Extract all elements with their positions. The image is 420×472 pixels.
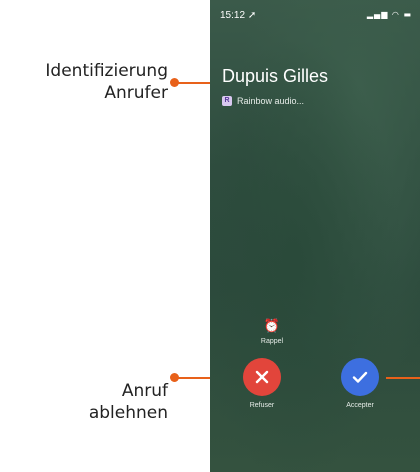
call-app-label: Rainbow audio... [237,96,305,106]
location-arrow-icon: ➚ [247,10,257,21]
caller-identification-callout: Identifizierung Anrufer [45,61,168,103]
signal-icon: ▂▄▆ [366,10,389,19]
caller-identification-dot [170,78,179,87]
status-time: 15:12 ➚ [220,10,257,21]
remind-me-button[interactable]: ⏰ Rappel [252,319,292,346]
decline-circle [243,358,281,396]
remind-label: Rappel [260,338,284,345]
alarm-clock-icon: ⏰ [263,319,281,334]
wifi-icon: ◠ [391,10,400,19]
call-app-row: R Rainbow audio... [222,96,304,106]
accept-call-button[interactable]: Accepter [334,358,386,409]
close-icon [255,370,269,384]
accept-call-connector [386,377,420,379]
accept-circle [341,358,379,396]
decline-call-button[interactable]: Refuser [236,358,288,409]
rainbow-app-icon: R [222,96,232,106]
battery-icon: ▬ [403,10,412,19]
status-icons: ▂▄▆ ◠ ▬ [367,10,412,19]
reject-call-dot [170,373,179,382]
accept-label: Accepter [346,402,374,409]
caller-name: Dupuis Gilles [222,66,329,86]
decline-label: Refuser [249,402,275,409]
checkmark-icon [352,371,368,383]
reject-call-callout: Anruf ablehnen [88,381,168,423]
incoming-call-screen: 15:12 ➚ ▂▄▆ ◠ ▬ Dupuis Gilles R Rainbow … [210,0,420,472]
